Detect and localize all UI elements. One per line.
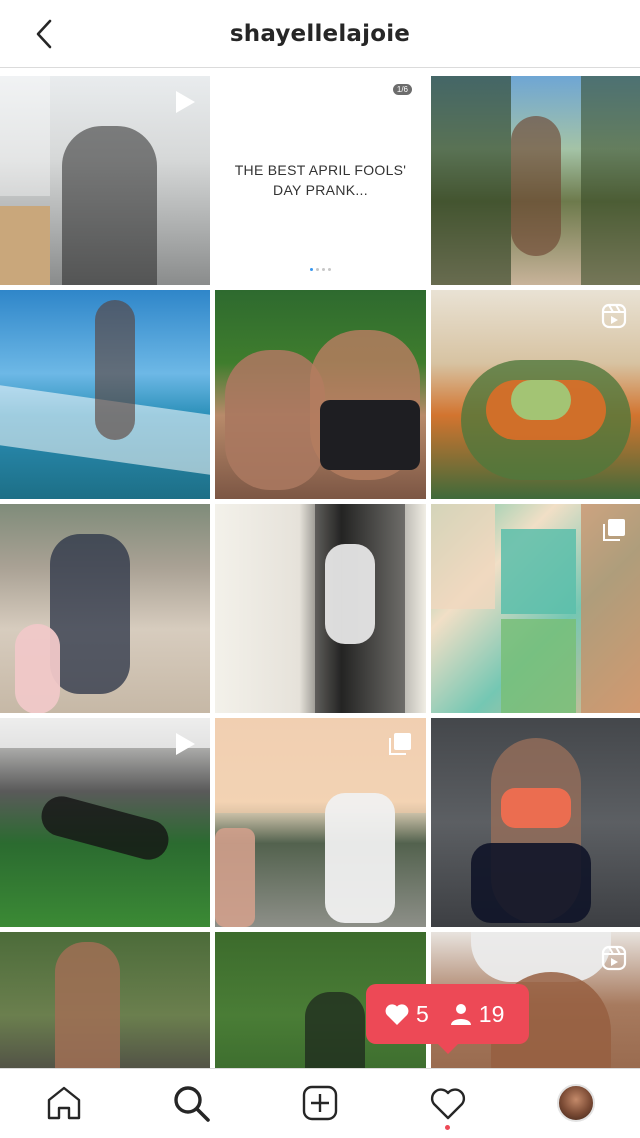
multiple-photos-icon [389, 733, 411, 755]
carousel-counter: 1/6 [392, 84, 412, 95]
nav-home[interactable] [44, 1083, 84, 1123]
activity-notification[interactable]: 5 19 [366, 984, 529, 1054]
post-tile[interactable] [215, 718, 426, 927]
follows-group: 19 [449, 1000, 505, 1028]
bottom-nav [0, 1068, 640, 1138]
post-tile[interactable] [0, 932, 210, 1068]
post-tile[interactable] [431, 718, 640, 927]
plus-square-icon [302, 1085, 338, 1121]
reels-icon [601, 945, 627, 971]
post-tile[interactable]: 1/6 THE BEST APRIL FOOLS' DAY PRANK... [215, 76, 426, 285]
carousel-dots [215, 268, 426, 271]
chevron-left-icon [36, 19, 52, 49]
avatar [557, 1084, 595, 1122]
post-tile[interactable] [431, 76, 640, 285]
post-tile[interactable] [431, 504, 640, 713]
nav-search[interactable] [171, 1083, 211, 1123]
person-icon [450, 1004, 471, 1025]
posts-grid: 1/6 THE BEST APRIL FOOLS' DAY PRANK... [0, 76, 640, 1068]
post-tile[interactable] [0, 504, 210, 713]
play-icon [176, 91, 195, 113]
activity-indicator-dot [445, 1125, 450, 1130]
follows-count: 19 [478, 1000, 505, 1027]
nav-new-post[interactable] [300, 1083, 340, 1123]
reels-icon [601, 303, 627, 329]
multiple-photos-icon [603, 519, 625, 541]
profile-username: shayellelajoie [229, 20, 411, 47]
post-tile[interactable] [215, 290, 426, 499]
post-caption-text: THE BEST APRIL FOOLS' DAY PRANK... [234, 162, 407, 198]
top-bar: shayellelajoie [0, 0, 640, 68]
search-icon [174, 1086, 210, 1122]
nav-activity[interactable] [428, 1083, 468, 1123]
likes-group: 5 [384, 1001, 429, 1028]
post-tile[interactable] [431, 290, 640, 499]
play-icon [176, 733, 195, 755]
home-icon [47, 1086, 81, 1120]
post-tile[interactable] [0, 290, 210, 499]
heart-icon [430, 1088, 466, 1120]
post-tile[interactable] [0, 718, 210, 927]
back-button[interactable] [28, 16, 60, 52]
likes-count: 5 [416, 1000, 429, 1027]
app-root: shayellelajoie 1/6 THE BEST APRIL FOOLS'… [0, 0, 640, 1138]
post-tile[interactable] [0, 76, 210, 285]
post-tile[interactable] [215, 504, 426, 713]
nav-profile[interactable] [556, 1083, 596, 1123]
heart-filled-icon [385, 1004, 409, 1025]
